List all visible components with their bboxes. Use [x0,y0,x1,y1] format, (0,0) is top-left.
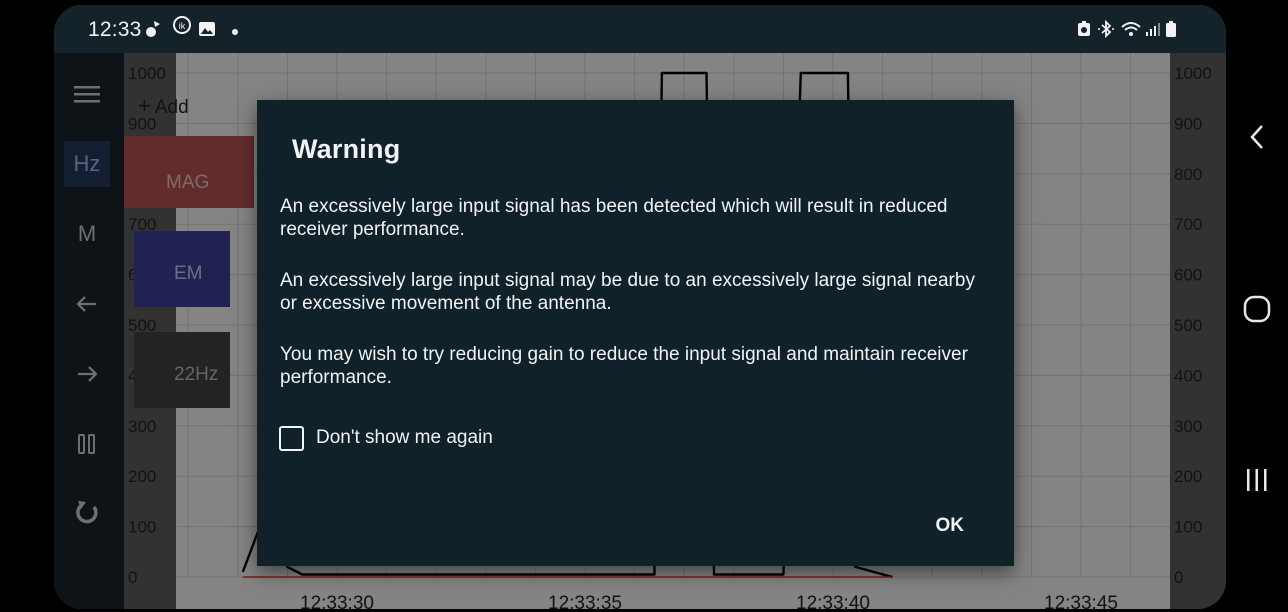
status-bar: 12:33 ik [54,5,1226,53]
ik-trax-icon: ik [170,15,194,39]
warning-dialog: Warning An excessively large input signa… [257,100,1014,566]
wifi-icon [1120,20,1142,38]
ok-button[interactable]: OK [936,515,965,537]
svg-text:ik: ik [179,21,186,31]
nav-back-button[interactable] [1238,118,1276,156]
recents-icon [1247,469,1267,491]
dont-show-again-checkbox[interactable] [279,425,304,451]
dialog-title: Warning [292,134,401,164]
dialog-paragraph-1: An excessively large input signal has be… [280,196,948,240]
signal-icon [1144,20,1162,38]
dialog-paragraph-3: You may wish to try reducing gain to red… [280,344,968,388]
home-icon [1243,295,1271,323]
battery-icon [1165,20,1177,38]
dont-show-again-row[interactable]: Don't show me again [279,424,493,452]
status-time: 12:33 [88,18,142,41]
navigation-bar [1226,0,1288,612]
nav-recents-button[interactable] [1238,461,1276,499]
dont-show-again-label[interactable]: Don't show me again [316,427,493,449]
dialog-paragraph-2: An excessively large input signal may be… [280,270,975,314]
image-icon [198,20,216,38]
bluetooth-icon [1097,19,1115,39]
drone-icon [145,20,163,38]
notification-dot [232,29,238,35]
chevron-left-icon [1250,125,1263,149]
nav-home-button[interactable] [1238,290,1276,328]
battery-saver-icon [1075,20,1093,38]
